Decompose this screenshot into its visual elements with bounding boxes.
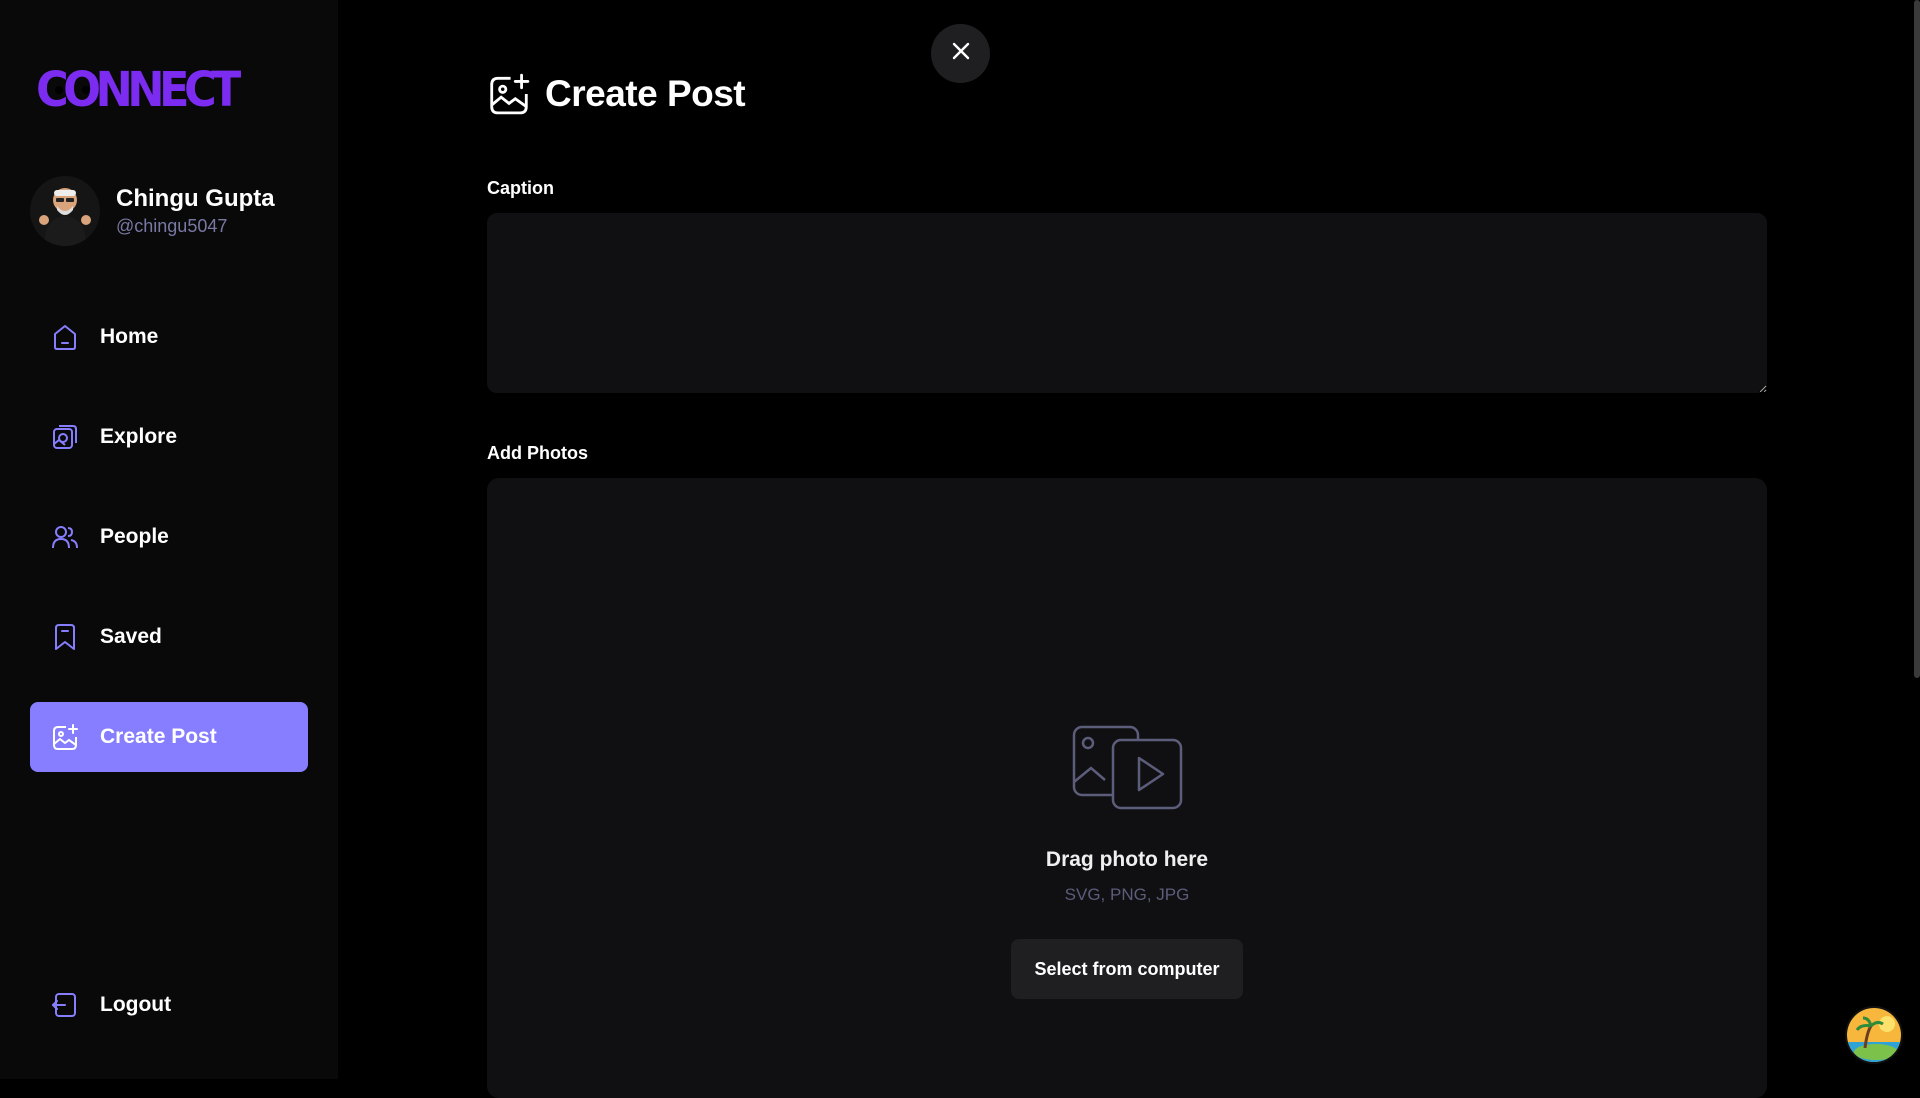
saved-icon [50, 622, 80, 652]
create-post-icon [50, 722, 80, 752]
explore-icon [50, 422, 80, 452]
sidebar: CONNECT Chingu Gupta @chingu5047 Home Ex… [0, 0, 338, 1079]
caption-label: Caption [487, 178, 554, 198]
sidebar-item-label: Create Post [100, 725, 217, 748]
profile-name: Chingu Gupta [116, 185, 275, 212]
floating-avatar[interactable] [1845, 1006, 1903, 1064]
sidebar-item-people[interactable]: People [30, 502, 308, 572]
image-video-icon [1071, 724, 1185, 812]
avatar[interactable] [30, 176, 100, 246]
drop-hint: SVG, PNG, JPG [1064, 885, 1190, 904]
sidebar-item-create-post[interactable]: Create Post [30, 702, 308, 772]
profile-card[interactable]: Chingu Gupta @chingu5047 [30, 176, 275, 246]
home-icon [50, 322, 80, 352]
app-logo[interactable]: CONNECT [36, 64, 241, 114]
sidebar-item-explore[interactable]: Explore [30, 402, 308, 472]
profile-handle: @chingu5047 [116, 216, 228, 236]
sidebar-item-home[interactable]: Home [30, 302, 308, 372]
close-icon [951, 41, 971, 66]
select-from-computer-button[interactable]: Select from computer [1011, 939, 1243, 999]
logout-button[interactable]: Logout [50, 990, 171, 1020]
create-post-icon [487, 72, 531, 116]
drop-title: Drag photo here [1045, 848, 1209, 871]
page-header: Create Post [487, 72, 746, 116]
people-icon [50, 522, 80, 552]
sidebar-item-saved[interactable]: Saved [30, 602, 308, 672]
sidebar-item-label: Home [100, 325, 159, 348]
logout-label: Logout [100, 993, 172, 1016]
scrollbar[interactable] [1914, 0, 1920, 678]
sidebar-item-label: People [100, 525, 169, 548]
caption-input[interactable] [487, 213, 1767, 393]
page-title: Create Post [545, 73, 746, 114]
svg-text:CONNECT: CONNECT [36, 64, 241, 114]
sidebar-item-label: Explore [100, 425, 178, 448]
sidebar-nav: Home Explore People Saved Create Post [30, 302, 308, 802]
close-button[interactable] [931, 24, 990, 83]
add-photos-label: Add Photos [487, 443, 588, 463]
photo-dropzone[interactable]: Drag photo here SVG, PNG, JPG Select fro… [487, 478, 1767, 1098]
sidebar-item-label: Saved [100, 625, 162, 648]
logout-icon [50, 990, 80, 1020]
